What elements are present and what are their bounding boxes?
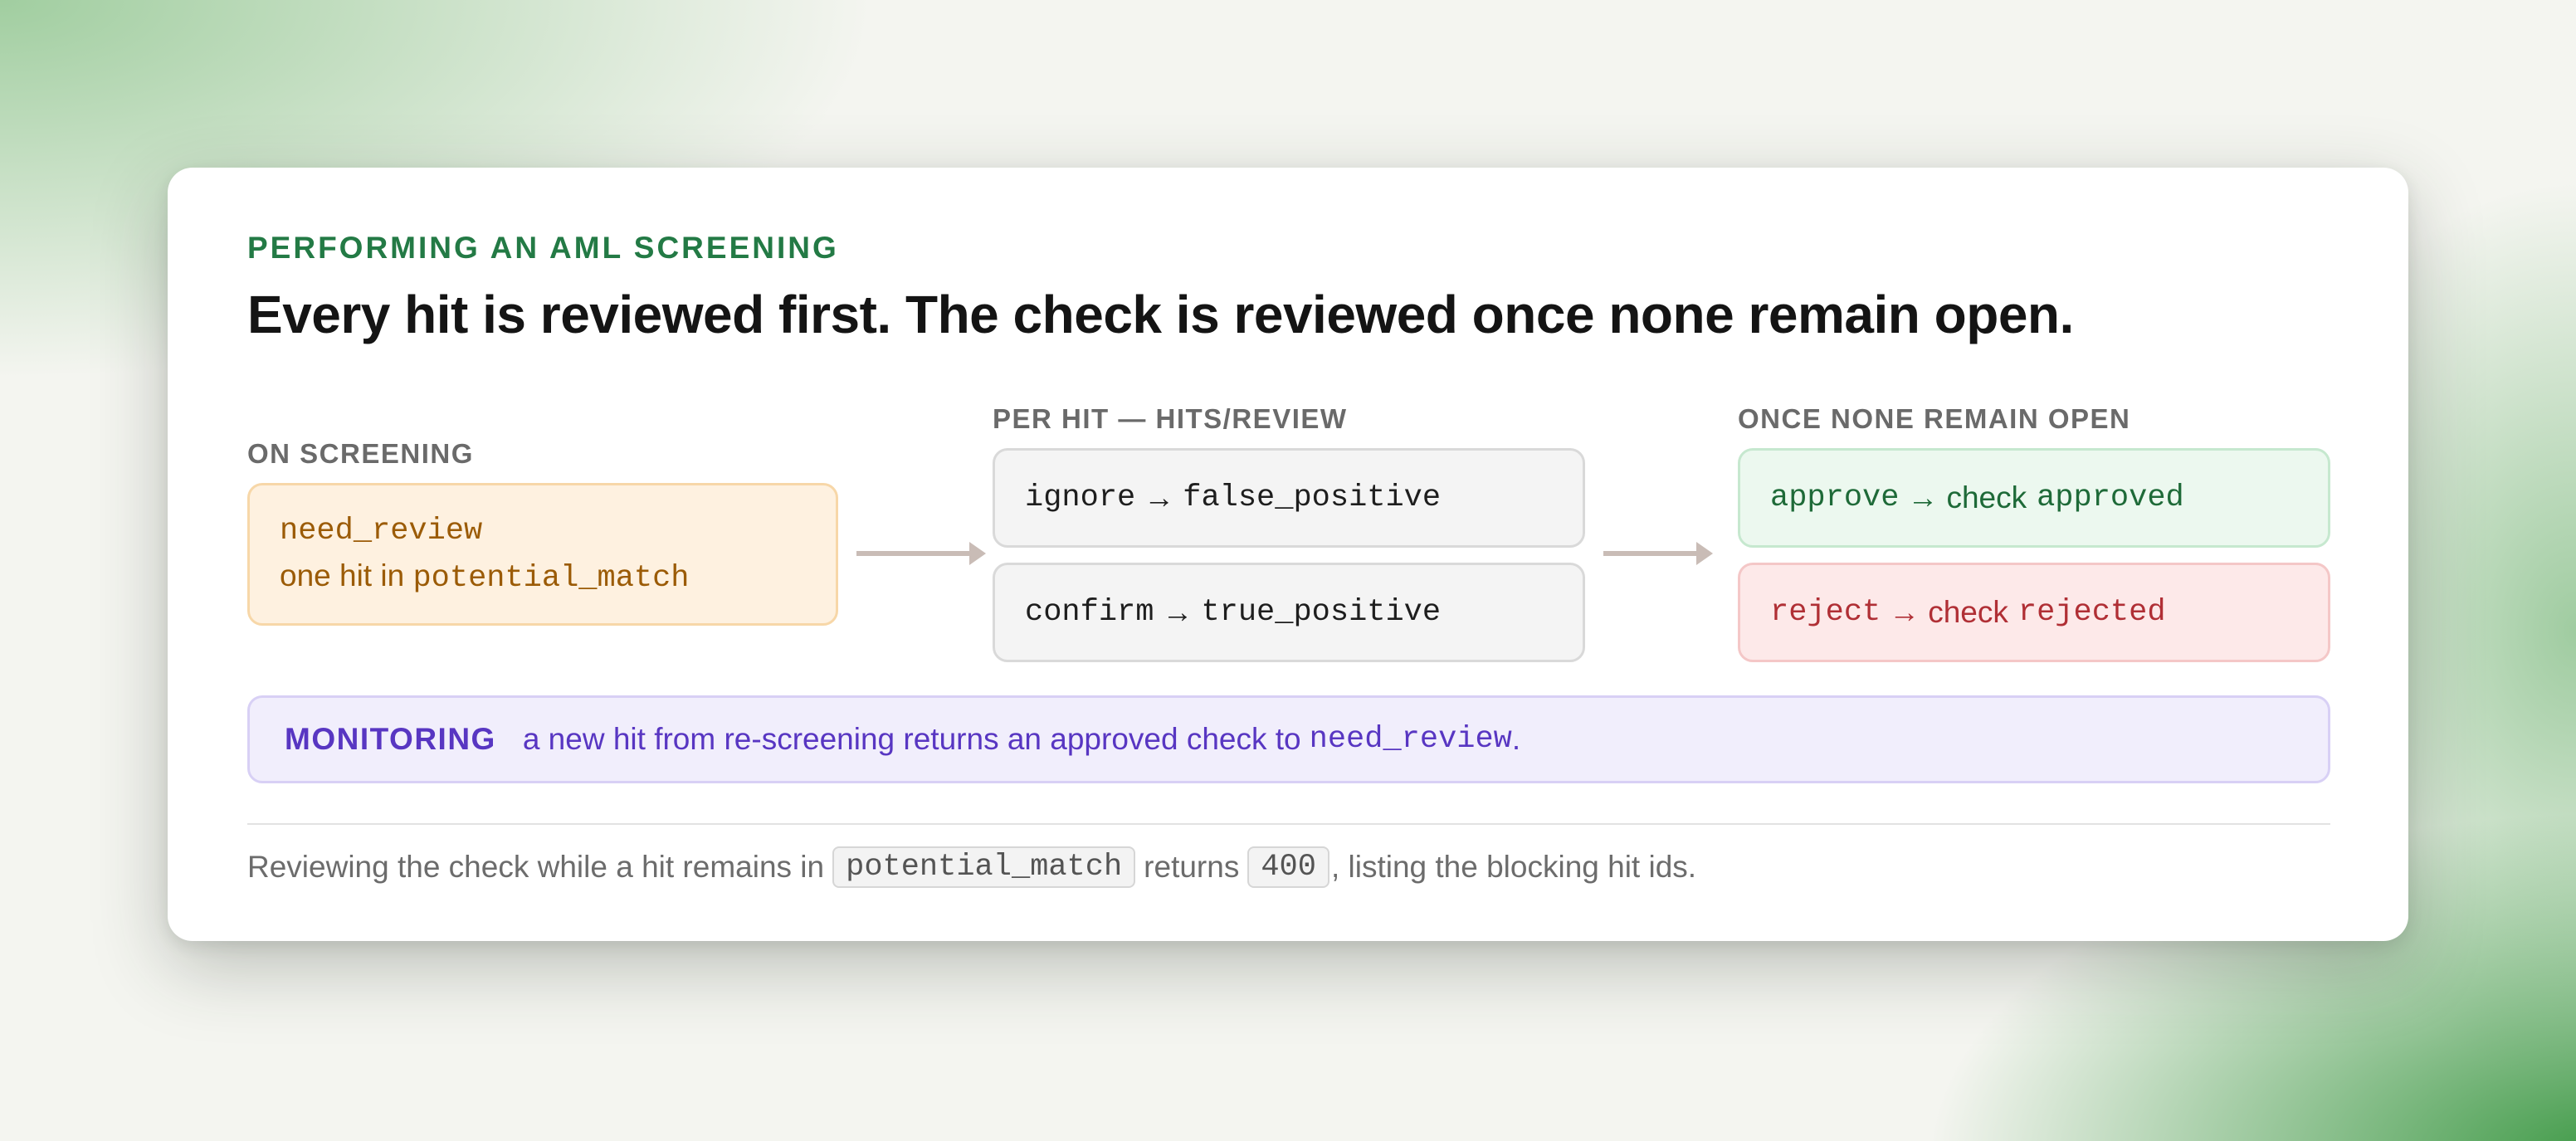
approved-result: approved bbox=[2037, 480, 2184, 515]
divider bbox=[247, 823, 2330, 825]
true-positive-result: true_positive bbox=[1201, 595, 1442, 630]
reject-action: reject bbox=[1770, 595, 1881, 630]
footnote-text-1: Reviewing the check while a hit remains … bbox=[247, 850, 825, 884]
footnote: Reviewing the check while a hit remains … bbox=[247, 846, 1696, 888]
ignore-hit-box: ignore → false_positive bbox=[993, 448, 1585, 548]
confirm-action: confirm bbox=[1025, 595, 1154, 630]
arrow-right-icon: → bbox=[1144, 480, 1175, 514]
screening-hit-code: potential_match bbox=[412, 560, 690, 596]
diagram-card: PERFORMING AN AML SCREENING Every hit is… bbox=[168, 168, 2408, 941]
monitoring-tag: MONITORING bbox=[285, 722, 496, 756]
monitoring-text: a new hit from re-screening returns an a… bbox=[522, 722, 1301, 756]
column-label-once-none-open: ONCE NONE REMAIN OPEN bbox=[1738, 403, 2131, 434]
arrow-hits-to-check bbox=[1603, 542, 1713, 565]
monitoring-bar: MONITORING a new hit from re-screening r… bbox=[247, 695, 2330, 783]
arrow-screening-to-hits bbox=[856, 542, 986, 565]
footnote-text-2: returns bbox=[1144, 850, 1240, 884]
footnote-text-3: , listing the blocking hit ids. bbox=[1330, 850, 1697, 884]
column-label-on-screening: ON SCREENING bbox=[247, 438, 474, 469]
approve-check-box: approve → check approved bbox=[1738, 448, 2330, 548]
ignore-action: ignore bbox=[1025, 480, 1136, 515]
arrow-right-icon: → bbox=[1889, 595, 1920, 629]
column-label-per-hit: PER HIT — HITS/REVIEW bbox=[993, 403, 1348, 434]
reject-check-text: check bbox=[1928, 595, 2008, 629]
monitoring-end: . bbox=[1511, 722, 1521, 756]
screening-state-box: need_review one hit in potential_match bbox=[247, 483, 838, 626]
arrow-right-icon: → bbox=[1162, 595, 1193, 629]
screening-hit-text: one hit in bbox=[280, 558, 413, 592]
monitoring-code: need_review bbox=[1309, 722, 1512, 757]
screening-hit-line: one hit in potential_match bbox=[280, 553, 690, 601]
arrow-right-icon: → bbox=[1907, 480, 1939, 514]
rejected-result: rejected bbox=[2017, 595, 2166, 630]
confirm-hit-box: confirm → true_positive bbox=[993, 563, 1585, 662]
footnote-code-400: 400 bbox=[1247, 846, 1329, 888]
footnote-code-potential-match: potential_match bbox=[832, 846, 1136, 888]
eyebrow: PERFORMING AN AML SCREENING bbox=[247, 231, 839, 265]
approve-action: approve bbox=[1770, 480, 1900, 515]
reject-check-box: reject → check rejected bbox=[1738, 563, 2330, 662]
approve-check-text: check bbox=[1946, 480, 2027, 514]
false-positive-result: false_positive bbox=[1183, 480, 1442, 515]
screening-status: need_review bbox=[280, 513, 483, 549]
headline: Every hit is reviewed first. The check i… bbox=[247, 285, 2074, 344]
